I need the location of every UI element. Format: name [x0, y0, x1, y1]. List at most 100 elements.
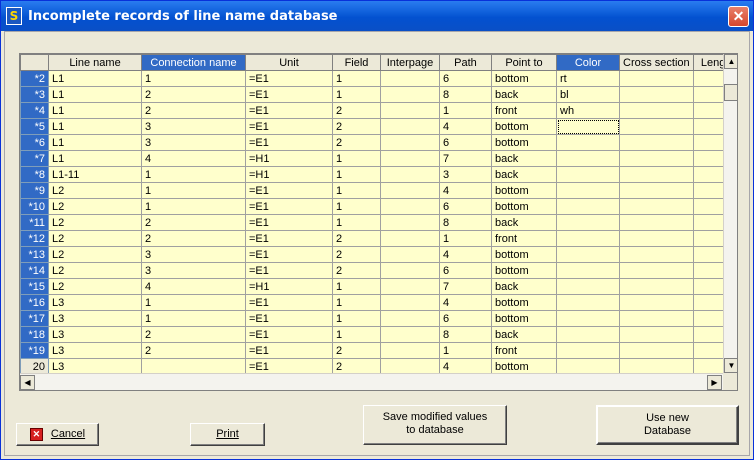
table-cell[interactable]: [619, 246, 694, 263]
table-cell[interactable]: L2: [48, 262, 142, 279]
table-cell[interactable]: [380, 150, 440, 167]
row-header[interactable]: *17: [20, 310, 49, 327]
table-cell[interactable]: [380, 70, 440, 87]
row-header[interactable]: *13: [20, 246, 49, 263]
table-cell[interactable]: =E1: [245, 198, 333, 215]
table-cell[interactable]: 2: [332, 342, 381, 359]
table-cell[interactable]: [380, 294, 440, 311]
table-cell[interactable]: 1: [439, 102, 492, 119]
table-cell[interactable]: [619, 166, 694, 183]
table-cell[interactable]: 6: [439, 134, 492, 151]
table-cell[interactable]: 4: [439, 246, 492, 263]
table-cell[interactable]: [380, 310, 440, 327]
table-cell[interactable]: 2: [141, 86, 246, 103]
grid-corner-cell[interactable]: [20, 54, 49, 71]
table-cell[interactable]: [380, 134, 440, 151]
row-header[interactable]: *14: [20, 262, 49, 279]
row-header[interactable]: *9: [20, 182, 49, 199]
table-cell[interactable]: 1: [332, 166, 381, 183]
table-cell[interactable]: [556, 134, 620, 151]
row-header[interactable]: *11: [20, 214, 49, 231]
table-cell[interactable]: 1: [141, 182, 246, 199]
table-cell[interactable]: 4: [439, 118, 492, 135]
table-cell[interactable]: 1: [332, 150, 381, 167]
table-cell[interactable]: 4: [439, 182, 492, 199]
table-cell[interactable]: [619, 326, 694, 343]
use-new-database-button[interactable]: Use new Database: [596, 405, 739, 445]
table-cell[interactable]: 3: [439, 166, 492, 183]
table-cell[interactable]: [556, 278, 620, 295]
row-header[interactable]: *19: [20, 342, 49, 359]
table-cell[interactable]: [380, 230, 440, 247]
table-cell[interactable]: L2: [48, 246, 142, 263]
table-cell[interactable]: 2: [332, 118, 381, 135]
row-header[interactable]: *4: [20, 102, 49, 119]
table-cell[interactable]: =E1: [245, 326, 333, 343]
row-header[interactable]: *18: [20, 326, 49, 343]
table-cell[interactable]: [619, 150, 694, 167]
table-cell[interactable]: 3: [141, 246, 246, 263]
row-header[interactable]: *8: [20, 166, 49, 183]
table-cell[interactable]: [619, 70, 694, 87]
table-cell[interactable]: back: [491, 150, 557, 167]
table-cell[interactable]: L2: [48, 214, 142, 231]
table-cell[interactable]: 7: [439, 150, 492, 167]
table-cell[interactable]: =H1: [245, 166, 333, 183]
table-cell[interactable]: [556, 294, 620, 311]
table-cell[interactable]: bl: [556, 86, 620, 103]
table-cell[interactable]: 2: [141, 230, 246, 247]
column-header[interactable]: Connection name: [141, 54, 246, 71]
table-cell[interactable]: L2: [48, 198, 142, 215]
table-cell[interactable]: 1: [332, 214, 381, 231]
table-cell[interactable]: [556, 166, 620, 183]
table-cell[interactable]: L3: [48, 342, 142, 359]
table-cell[interactable]: 1: [332, 182, 381, 199]
table-cell[interactable]: 1: [332, 198, 381, 215]
save-to-database-button[interactable]: Save modified values to database: [363, 405, 507, 445]
table-cell[interactable]: [619, 102, 694, 119]
column-header[interactable]: Interpage: [380, 54, 440, 71]
table-cell[interactable]: =E1: [245, 262, 333, 279]
table-cell[interactable]: =E1: [245, 102, 333, 119]
table-cell[interactable]: bottom: [491, 246, 557, 263]
table-cell[interactable]: [380, 342, 440, 359]
table-cell[interactable]: 8: [439, 326, 492, 343]
table-cell[interactable]: 1: [332, 278, 381, 295]
row-header[interactable]: *2: [20, 70, 49, 87]
table-cell[interactable]: 4: [141, 278, 246, 295]
print-button[interactable]: Print: [190, 423, 265, 446]
table-cell[interactable]: [380, 182, 440, 199]
column-header[interactable]: Point to: [491, 54, 557, 71]
table-cell[interactable]: =E1: [245, 310, 333, 327]
table-cell[interactable]: [619, 294, 694, 311]
table-cell[interactable]: bottom: [491, 310, 557, 327]
row-header[interactable]: *15: [20, 278, 49, 295]
table-cell[interactable]: rt: [556, 70, 620, 87]
table-cell[interactable]: [556, 230, 620, 247]
table-cell[interactable]: L1: [48, 150, 142, 167]
table-cell[interactable]: 1: [332, 294, 381, 311]
table-cell[interactable]: [619, 198, 694, 215]
table-cell[interactable]: 8: [439, 86, 492, 103]
table-cell[interactable]: 2: [332, 134, 381, 151]
table-cell[interactable]: 1: [332, 70, 381, 87]
table-cell[interactable]: 2: [332, 230, 381, 247]
table-cell[interactable]: =E1: [245, 342, 333, 359]
column-header[interactable]: Path: [439, 54, 492, 71]
table-cell[interactable]: 2: [332, 262, 381, 279]
table-cell[interactable]: 2: [332, 102, 381, 119]
title-bar[interactable]: S Incomplete records of line name databa…: [1, 1, 753, 31]
table-cell[interactable]: front: [491, 102, 557, 119]
table-cell[interactable]: L1: [48, 86, 142, 103]
table-cell[interactable]: [556, 182, 620, 199]
table-cell[interactable]: 2: [141, 326, 246, 343]
scroll-up-icon[interactable]: ▲: [724, 54, 737, 69]
table-cell[interactable]: L1-11: [48, 166, 142, 183]
table-cell[interactable]: 2: [141, 102, 246, 119]
table-cell[interactable]: back: [491, 278, 557, 295]
table-cell[interactable]: bottom: [491, 294, 557, 311]
table-cell[interactable]: front: [491, 342, 557, 359]
row-header[interactable]: *3: [20, 86, 49, 103]
column-header[interactable]: Color: [556, 54, 620, 71]
table-cell[interactable]: bottom: [491, 70, 557, 87]
